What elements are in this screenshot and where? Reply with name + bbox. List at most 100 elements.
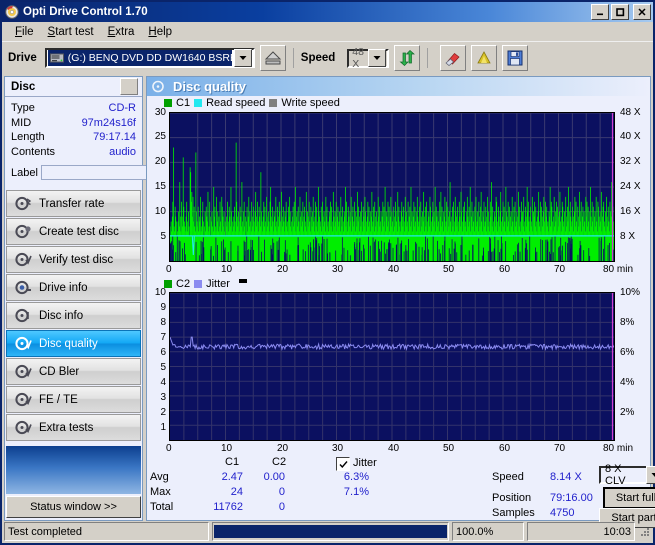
legend-swatch-jitter: [194, 280, 202, 288]
disc-info-value: audio: [109, 145, 136, 160]
chart2-xtick: 80 min: [603, 443, 633, 454]
chart2-xtick: 0: [166, 443, 172, 454]
sidebar-item-create-test-disc[interactable]: Create test disc: [6, 218, 141, 245]
bitsetting-button[interactable]: [471, 45, 497, 71]
status-bar: Test completed 100.0% 10:03: [4, 522, 651, 541]
stats-col-header-c2: C2: [272, 456, 286, 468]
chart2-xtick: 40: [388, 443, 399, 454]
drive-select-value-row: (G:) BENQ DVD DD DW1640 BSRB: [48, 50, 232, 66]
disc-panel-header: Disc: [5, 77, 142, 97]
test-speed-select[interactable]: 8 X CLV: [599, 466, 655, 484]
chart2-ytick: 4: [147, 377, 166, 388]
sidebar-item-label: Disc quality: [39, 338, 98, 350]
stats-row-label-avg: Avg: [150, 471, 169, 483]
toolbar-divider-2: [427, 48, 428, 68]
stats-total-c1: 11762: [205, 501, 243, 513]
chart1-ytick: 20: [147, 156, 166, 167]
legend-swatch-read-speed: [194, 99, 202, 107]
legend-label-jitter: Jitter: [206, 278, 230, 290]
chart1-xtick: 60: [499, 264, 510, 275]
test-speed-chevron-down-icon[interactable]: [646, 466, 655, 484]
disc-info-value: 79:17.14: [93, 130, 136, 145]
eject-button[interactable]: [260, 45, 286, 71]
progress-fill: [214, 525, 447, 538]
erase-button[interactable]: [440, 45, 466, 71]
chart1-xtick: 0: [166, 264, 172, 275]
start-full-button[interactable]: Start full: [603, 487, 655, 509]
chart1-xtick: 10: [221, 264, 232, 275]
disc-info-list: Type CD-R MID 97m24s16f Length 79:17.14 …: [5, 97, 142, 185]
sidebar-item-transfer-rate[interactable]: Transfer rate: [6, 190, 141, 217]
resize-grip-icon[interactable]: [638, 525, 651, 538]
status-message: Test completed: [4, 522, 209, 541]
disc-label-key: Label: [11, 167, 38, 179]
window-title: Opti Drive Control 1.70: [23, 6, 591, 18]
chart1-xtick: 40: [388, 264, 399, 275]
disc-panel-toggle[interactable]: [120, 78, 138, 95]
disc-write-icon: [15, 224, 32, 239]
stats-speed-label: Speed: [492, 471, 524, 483]
disc-extra-icon: [15, 420, 32, 435]
chart2-ytick: 10: [147, 287, 166, 298]
sidebar-item-disc-info[interactable]: Disc info: [6, 302, 141, 329]
drive-select[interactable]: (G:) BENQ DVD DD DW1640 BSRB: [45, 48, 255, 68]
chart2-y2tick: 10%: [620, 287, 640, 298]
chart2-ytick: 8: [147, 317, 166, 328]
chart2-y2tick: 8%: [620, 317, 634, 328]
speed-select-chevron-down-icon[interactable]: [368, 49, 386, 67]
menu-file[interactable]: File: [8, 24, 41, 40]
maximize-button[interactable]: [611, 4, 629, 20]
progress-bar: [212, 522, 449, 541]
sidebar-item-fe-te[interactable]: FE / TE: [6, 386, 141, 413]
main-panel-header: Disc quality: [147, 77, 650, 96]
disc-check-icon: [15, 252, 32, 267]
sidebar-item-extra-tests[interactable]: Extra tests: [6, 414, 141, 441]
stats-avg-c1: 2.47: [215, 471, 243, 483]
drive-select-value: (G:) BENQ DVD DD DW1640 BSRB: [68, 52, 232, 64]
chart2-ytick: 2: [147, 407, 166, 418]
save-button[interactable]: [502, 45, 528, 71]
chart2-plot: [169, 292, 615, 441]
chart2-marker: [239, 279, 247, 283]
disc-quality-icon: [15, 336, 32, 351]
chart2-y2tick: 4%: [620, 377, 634, 388]
stats-max-c2: 0: [257, 486, 285, 498]
stats-row-label-total: Total: [150, 501, 173, 513]
sidebar-item-disc-quality[interactable]: Disc quality: [6, 330, 141, 357]
chart1-ytick: 10: [147, 206, 166, 217]
app-window: Opti Drive Control 1.70 File Start test …: [0, 0, 655, 545]
minimize-button[interactable]: [591, 4, 609, 20]
chart1-y2tick: 40 X: [620, 131, 641, 142]
legend-label-c1: C1: [176, 97, 190, 109]
test-speed-select-value: 8 X CLV: [601, 463, 645, 487]
jitter-checkbox[interactable]: [336, 457, 350, 471]
disc-info-value: CD-R: [109, 101, 137, 116]
drive-select-chevron-down-icon[interactable]: [234, 49, 252, 67]
close-button[interactable]: [633, 4, 651, 20]
speed-select[interactable]: 48 X: [347, 49, 389, 68]
disc-info-key: Contents: [11, 145, 55, 160]
disc-panel-title: Disc: [11, 81, 35, 93]
chart1-y2tick: 24 X: [620, 181, 641, 192]
chart2-ytick: 6: [147, 347, 166, 358]
chart1-xtick: 80 min: [603, 264, 633, 275]
check-icon: [339, 460, 348, 469]
stats-row-label-max: Max: [150, 486, 171, 498]
chart1-y2tick: 8 X: [620, 231, 635, 242]
sidebar-item-drive-info[interactable]: Drive info: [6, 274, 141, 301]
disc-info-key: Length: [11, 130, 45, 145]
sidebar-item-verify-test-disc[interactable]: Verify test disc: [6, 246, 141, 273]
chart2-xtick: 10: [221, 443, 232, 454]
sidebar-item-cd-bler[interactable]: CD Bler: [6, 358, 141, 385]
main-panel-title: Disc quality: [173, 79, 246, 94]
chart2-xtick: 70: [554, 443, 565, 454]
status-window-button[interactable]: Status window >>: [6, 496, 141, 518]
elapsed-time: 10:03: [527, 522, 635, 541]
chart1-y2tick: 32 X: [620, 156, 641, 167]
stats-avg-jitter: 6.3%: [339, 471, 369, 483]
menu-help[interactable]: Help: [141, 24, 179, 40]
menu-start-test[interactable]: Start test: [41, 24, 101, 40]
refresh-button[interactable]: [394, 45, 420, 71]
menu-extra[interactable]: Extra: [101, 24, 142, 40]
disc-info-row-mid: MID 97m24s16f: [11, 116, 136, 131]
